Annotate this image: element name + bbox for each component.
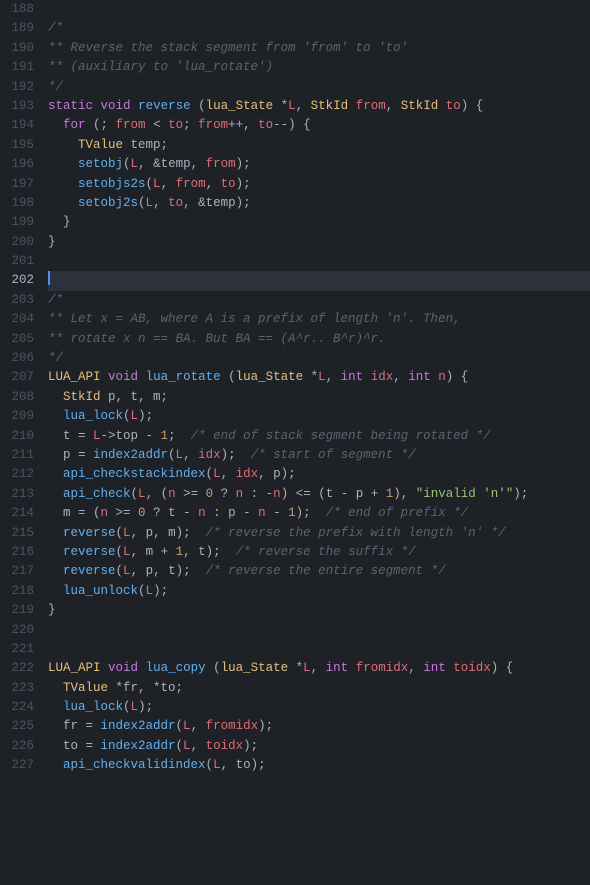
line-num-191: 191	[4, 58, 34, 77]
code-line-190: ** Reverse the stack segment from 'from'…	[48, 39, 590, 58]
line-num-201: 201	[4, 252, 34, 271]
code-line-220	[48, 621, 590, 640]
code-line-191: ** (auxiliary to 'lua_rotate')	[48, 58, 590, 77]
code-line-202	[48, 271, 590, 290]
line-num-217: 217	[4, 562, 34, 581]
code-line-200: }	[48, 233, 590, 252]
code-line-188	[48, 0, 590, 19]
code-line-199: }	[48, 213, 590, 232]
line-num-199: 199	[4, 213, 34, 232]
line-num-203: 203	[4, 291, 34, 310]
code-line-219: }	[48, 601, 590, 620]
line-num-210: 210	[4, 427, 34, 446]
line-num-213: 213	[4, 485, 34, 504]
line-num-223: 223	[4, 679, 34, 698]
code-line-197: setobjs2s(L, from, to);	[48, 175, 590, 194]
line-num-200: 200	[4, 233, 34, 252]
line-num-212: 212	[4, 465, 34, 484]
code-line-217: reverse(L, p, t); /* reverse the entire …	[48, 562, 590, 581]
code-line-226: to = index2addr(L, toidx);	[48, 737, 590, 756]
line-num-226: 226	[4, 737, 34, 756]
code-line-204: ** Let x = AB, where A is a prefix of le…	[48, 310, 590, 329]
line-num-188: 188	[4, 0, 34, 19]
code-line-209: lua_lock(L);	[48, 407, 590, 426]
line-num-225: 225	[4, 717, 34, 736]
code-line-222: LUA_API void lua_copy (lua_State *L, int…	[48, 659, 590, 678]
code-line-211: p = index2addr(L, idx); /* start of segm…	[48, 446, 590, 465]
line-num-216: 216	[4, 543, 34, 562]
line-num-197: 197	[4, 175, 34, 194]
code-line-198: setobj2s(L, to, &temp);	[48, 194, 590, 213]
code-line-218: lua_unlock(L);	[48, 582, 590, 601]
line-num-189: 189	[4, 19, 34, 38]
line-num-221: 221	[4, 640, 34, 659]
line-num-193: 193	[4, 97, 34, 116]
code-line-192: */	[48, 78, 590, 97]
code-line-224: lua_lock(L);	[48, 698, 590, 717]
line-num-215: 215	[4, 524, 34, 543]
code-line-223: TValue *fr, *to;	[48, 679, 590, 698]
line-num-207: 207	[4, 368, 34, 387]
code-line-208: StkId p, t, m;	[48, 388, 590, 407]
code-line-196: setobj(L, &temp, from);	[48, 155, 590, 174]
line-num-202: 202	[4, 271, 34, 290]
line-num-195: 195	[4, 136, 34, 155]
code-line-194: for (; from < to; from++, to--) {	[48, 116, 590, 135]
code-line-214: m = (n >= 0 ? t - n : p - n - 1); /* end…	[48, 504, 590, 523]
line-num-206: 206	[4, 349, 34, 368]
line-num-211: 211	[4, 446, 34, 465]
text-cursor	[48, 271, 50, 285]
code-line-215: reverse(L, p, m); /* reverse the prefix …	[48, 524, 590, 543]
line-num-194: 194	[4, 116, 34, 135]
line-num-196: 196	[4, 155, 34, 174]
code-line-212: api_checkstackindex(L, idx, p);	[48, 465, 590, 484]
code-line-206: */	[48, 349, 590, 368]
code-line-207: LUA_API void lua_rotate (lua_State *L, i…	[48, 368, 590, 387]
line-num-214: 214	[4, 504, 34, 523]
code-line-203: /*	[48, 291, 590, 310]
code-line-227: api_checkvalidindex(L, to);	[48, 756, 590, 775]
code-line-205: ** rotate x n == BA. But BA == (A^r.. B^…	[48, 330, 590, 349]
line-num-198: 198	[4, 194, 34, 213]
line-num-209: 209	[4, 407, 34, 426]
code-line-221	[48, 640, 590, 659]
code-line-216: reverse(L, m + 1, t); /* reverse the suf…	[48, 543, 590, 562]
code-line-210: t = L->top - 1; /* end of stack segment …	[48, 427, 590, 446]
line-numbers: 188 189 190 191 192 193 194 195 196 197 …	[0, 0, 42, 776]
line-num-190: 190	[4, 39, 34, 58]
line-num-218: 218	[4, 582, 34, 601]
line-num-219: 219	[4, 601, 34, 620]
code-line-225: fr = index2addr(L, fromidx);	[48, 717, 590, 736]
code-line-193: static void reverse (lua_State *L, StkId…	[48, 97, 590, 116]
line-num-205: 205	[4, 330, 34, 349]
line-num-192: 192	[4, 78, 34, 97]
code-lines[interactable]: /* ** Reverse the stack segment from 'fr…	[42, 0, 590, 776]
code-line-195: TValue temp;	[48, 136, 590, 155]
code-line-189: /*	[48, 19, 590, 38]
code-line-213: api_check(L, (n >= 0 ? n : -n) <= (t - p…	[48, 485, 590, 504]
line-num-222: 222	[4, 659, 34, 678]
line-num-204: 204	[4, 310, 34, 329]
line-num-224: 224	[4, 698, 34, 717]
code-editor: 188 189 190 191 192 193 194 195 196 197 …	[0, 0, 590, 776]
line-num-220: 220	[4, 621, 34, 640]
line-num-227: 227	[4, 756, 34, 775]
line-num-208: 208	[4, 388, 34, 407]
code-line-201	[48, 252, 590, 271]
